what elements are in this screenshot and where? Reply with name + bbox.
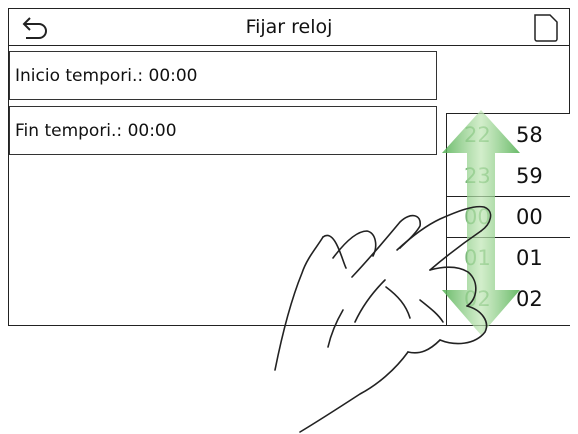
time-picker[interactable]: 22 23 00 01 02 58 59 00 01 02 <box>446 113 570 326</box>
document-button[interactable] <box>531 14 561 42</box>
picker-hour-item[interactable]: 02 <box>464 278 491 320</box>
end-timer-row[interactable]: Fin tempori.: 00:00 <box>9 106 437 155</box>
picker-hour-item[interactable]: 22 <box>464 114 491 156</box>
picker-minute-item[interactable]: 02 <box>516 278 543 320</box>
page-title: Fijar reloj <box>245 16 333 38</box>
picker-minute-item[interactable]: 58 <box>516 114 543 156</box>
picker-hour-item[interactable]: 01 <box>464 237 491 279</box>
picker-minute-item[interactable]: 59 <box>516 155 543 197</box>
picker-hour-item[interactable]: 00 <box>464 196 491 238</box>
picker-minute-item[interactable]: 01 <box>516 237 543 279</box>
document-icon <box>534 14 558 42</box>
start-timer-label: Inicio tempori.: 00:00 <box>15 66 198 86</box>
clock-setting-screen: Fijar reloj Inicio tempori.: 00:00 Fin t… <box>8 8 570 326</box>
start-timer-row[interactable]: Inicio tempori.: 00:00 <box>9 51 437 100</box>
picker-hour-item[interactable]: 23 <box>464 155 491 197</box>
end-timer-label: Fin tempori.: 00:00 <box>15 121 177 141</box>
picker-minute-item[interactable]: 00 <box>516 196 543 238</box>
header-bar: Fijar reloj <box>9 9 569 46</box>
